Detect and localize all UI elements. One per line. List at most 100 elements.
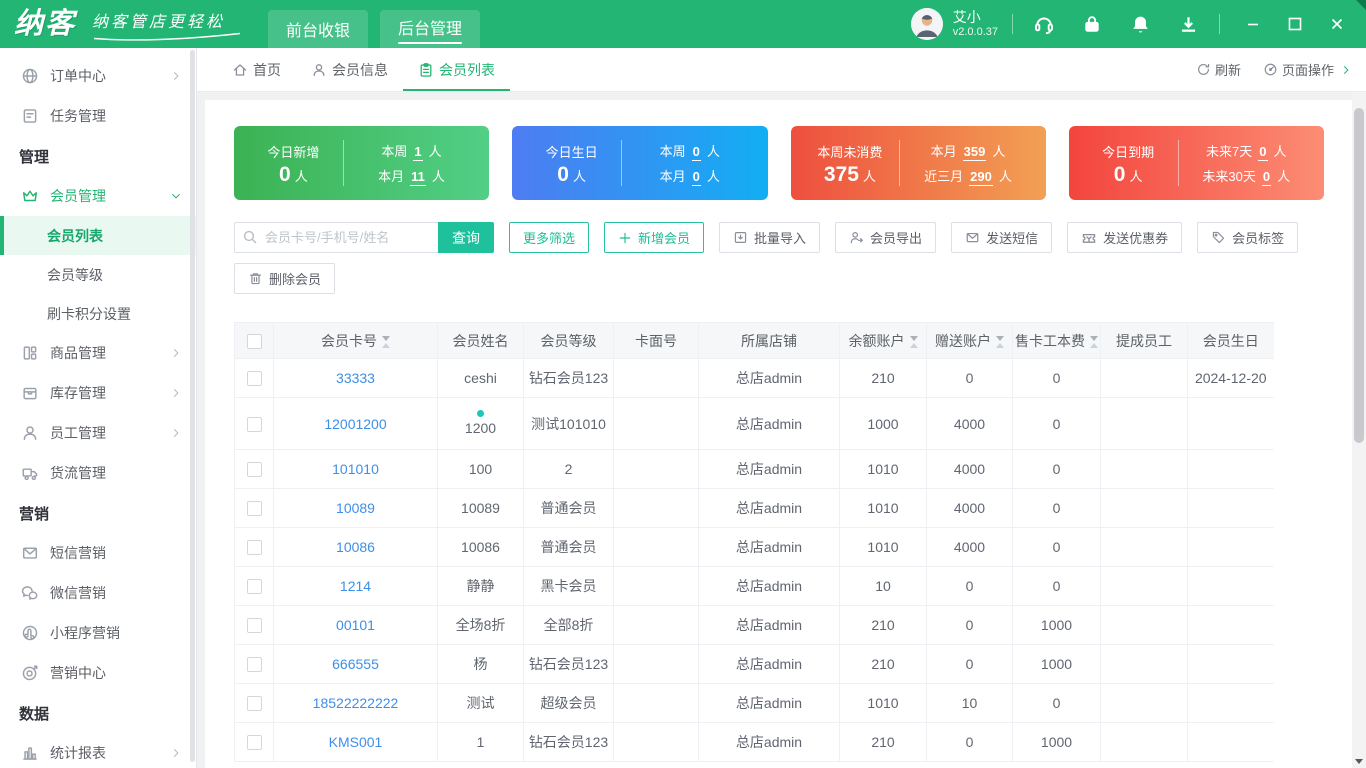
member-card-link[interactable]: KMS001 [329,734,383,750]
select-all-checkbox[interactable] [246,333,262,349]
nav-backoffice-button[interactable]: 后台管理 [380,10,481,48]
maximize-button[interactable] [1276,7,1314,41]
member-card-link[interactable]: 12001200 [324,416,386,432]
search-input[interactable] [234,222,438,253]
sidebar-scrollbar[interactable] [190,50,195,762]
card-stat-link[interactable]: 0 [1261,169,1272,186]
card-stat-link[interactable]: 11 [410,169,426,186]
toolbar-button-3[interactable]: 会员导出 [835,222,937,253]
sort-caret[interactable] [909,335,918,348]
table-row: 101010 100 2 总店admin 1010 4000 0 [234,449,1274,489]
logo-tagline: 纳客管店更轻松 [92,8,242,41]
sidebar-subitem-6[interactable]: 刷卡积分设置 [0,294,196,333]
chevron-right-icon [170,427,182,439]
refresh-icon [1196,62,1211,77]
download-icon[interactable] [1171,7,1205,41]
row-checkbox[interactable] [246,735,262,751]
sidebar-item-7[interactable]: 商品管理 [0,333,196,373]
table-row: KMS001 1 钻石会员123 总店admin 210 0 1000 [234,722,1274,762]
sidebar-subitem-4[interactable]: 会员列表 [0,216,196,255]
table-row: 666555 杨 钻石会员123 总店admin 210 0 1000 [234,644,1274,684]
sidebar-item-12[interactable]: 短信营销 [0,533,196,573]
bell-icon[interactable] [1123,7,1157,41]
sidebar-item-3[interactable]: 会员管理 [0,176,196,216]
row-checkbox[interactable] [246,657,262,673]
search-button[interactable]: 查询 [438,222,494,253]
minimize-button[interactable] [1234,7,1272,41]
card-stat: 未来30天 0 人 [1202,168,1291,186]
trash-icon [248,271,263,286]
member-card-link[interactable]: 1214 [340,578,371,594]
sidebar-item-15[interactable]: 营销中心 [0,653,196,693]
user-name: 艾小 [952,9,981,25]
scrollbar-down-arrow[interactable] [1352,754,1366,768]
row-checkbox[interactable] [246,618,262,634]
row-checkbox[interactable] [246,501,262,517]
row-checkbox[interactable] [246,579,262,595]
sidebar-item-8[interactable]: 库存管理 [0,373,196,413]
table-row: 10086 10086 普通会员 总店admin 1010 4000 0 [234,527,1274,567]
member-card-link[interactable]: 10089 [336,500,375,516]
table-row: 00101 全场8折 全部8折 总店admin 210 0 1000 [234,605,1274,645]
member-card-link[interactable]: 10086 [336,539,375,555]
member-card-link[interactable]: 101010 [332,461,379,477]
sort-caret[interactable] [1090,335,1098,348]
row-checkbox[interactable] [246,540,262,556]
list-icon [418,62,434,78]
row-checkbox[interactable] [246,416,262,432]
sidebar-item-14[interactable]: 小程序营销 [0,613,196,653]
toolbar-button-0[interactable]: 更多筛选 [509,222,590,253]
service-icon[interactable] [1027,7,1061,41]
delete-member-button[interactable]: 删除会员 [234,263,336,294]
card-stat-link[interactable]: 0 [691,169,701,186]
row-checkbox[interactable] [246,462,262,478]
member-card-link[interactable]: 18522222222 [313,695,399,711]
sidebar-item-9[interactable]: 员工管理 [0,413,196,453]
toolbar-button-4[interactable]: 发送短信 [951,222,1053,253]
tab-1[interactable]: 会员信息 [296,48,403,91]
user-icon [311,62,327,78]
member-card-link[interactable]: 00101 [336,617,375,633]
card-stat: 近三月 290 人 [924,168,1012,186]
sort-caret[interactable] [996,335,1004,348]
tab-2[interactable]: 会员列表 [403,48,510,91]
sidebar-item-0[interactable]: 订单中心 [0,56,196,96]
tabbar-action-0[interactable]: 刷新 [1196,60,1241,79]
column-header-4: 所属店铺 [698,322,840,359]
chevron-down-icon [170,190,182,202]
member-card-link[interactable]: 666555 [332,656,379,672]
toolbar-button-2[interactable]: 批量导入 [719,222,821,253]
card-stat-link[interactable]: 1 [413,144,423,161]
member-card-link[interactable]: 33333 [336,370,375,386]
toolbar-button-1[interactable]: 新增会员 [604,222,705,253]
sidebar-item-1[interactable]: 任务管理 [0,96,196,136]
card-stat-link[interactable]: 0 [1258,144,1268,161]
nav-cashier-button[interactable]: 前台收银 [268,10,369,48]
scrollbar-thumb[interactable] [1354,108,1364,443]
card-stat-link[interactable]: 290 [969,169,993,186]
chart-icon [20,744,39,763]
card-stat: 未来7天 0 人 [1206,143,1287,161]
sidebar-section-11: 营销 [19,505,50,523]
member-table: 会员卡号 会员姓名 会员等级 卡面号 所属店铺 余额账户 赠送账户 售卡工本费 提成员工 会员生日… [234,322,1274,762]
column-header-0: 会员卡号 [273,322,438,359]
row-checkbox[interactable] [246,371,262,387]
column-header-2: 会员等级 [523,322,614,359]
sidebar-subitem-5[interactable]: 会员等级 [0,255,196,294]
user-info[interactable]: 艾小 v2.0.0.37 [953,9,998,39]
sidebar-item-17[interactable]: 统计报表 [0,733,196,768]
toolbar-button-6[interactable]: 会员标签 [1197,222,1299,253]
sidebar-item-10[interactable]: 货流管理 [0,453,196,493]
coupon-icon [1081,230,1097,246]
sort-caret[interactable] [382,335,390,348]
avatar[interactable] [910,8,943,40]
toolbar-button-5[interactable]: 发送优惠券 [1067,222,1183,253]
card-stat-link[interactable]: 0 [691,144,701,161]
lock-icon[interactable] [1075,7,1109,41]
tab-0[interactable]: 首页 [217,48,296,91]
tabbar-action-1[interactable]: 页面操作 [1263,60,1352,79]
row-checkbox[interactable] [246,696,262,712]
sidebar-item-13[interactable]: 微信营销 [0,573,196,613]
card-stat-link[interactable]: 359 [962,144,987,161]
close-button[interactable] [1318,7,1356,41]
